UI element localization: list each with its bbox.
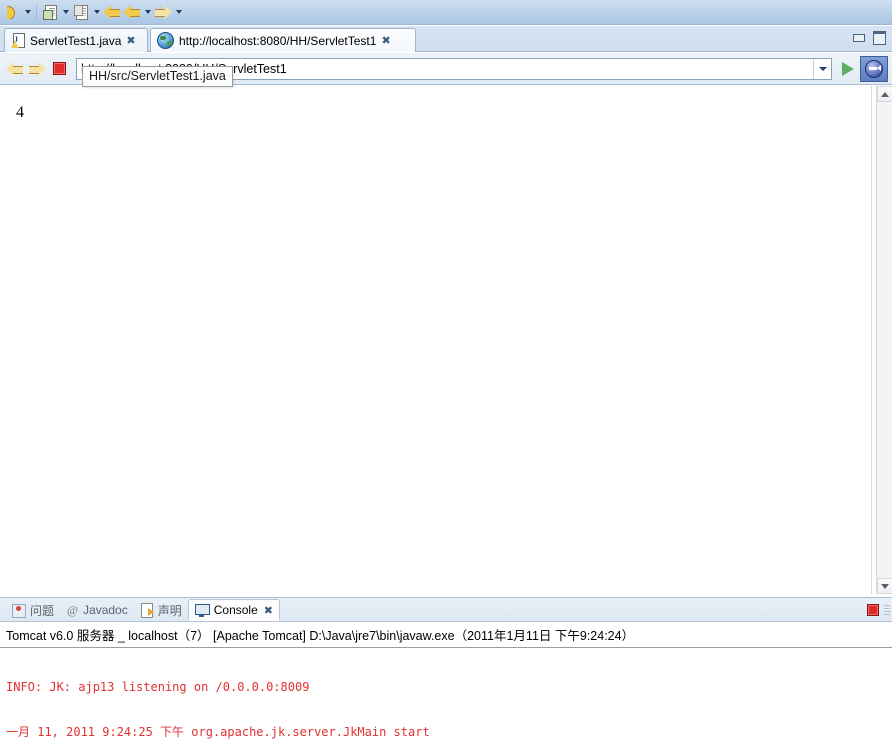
- view-tab-console[interactable]: Console ✖: [187, 599, 280, 621]
- view-tab-declaration[interactable]: 声明: [134, 599, 188, 621]
- arrow-left-icon: [6, 61, 24, 76]
- back-history-glyph: [103, 5, 121, 19]
- tooltip: HH/src/ServletTest1.java: [82, 66, 233, 87]
- console-log-line: 一月 11, 2011 9:24:25 下午 org.apache.jk.ser…: [6, 725, 430, 739]
- view-tab-problems[interactable]: 问题: [6, 599, 60, 621]
- browser-go-button[interactable]: [836, 58, 860, 80]
- play-arrow-icon: [842, 61, 854, 76]
- new-java-file-icon[interactable]: [40, 2, 60, 22]
- window-controls: [850, 30, 888, 45]
- view-tab-bar: 问题 @ Javadoc 声明 Console ✖: [0, 598, 892, 622]
- open-external-browser-button[interactable]: [860, 55, 888, 82]
- java-file-warning-icon: J: [11, 33, 25, 48]
- eclipse-window: J ServletTest1.java ✖ http://localhost:8…: [0, 0, 892, 755]
- console-log-line: INFO: JK: ajp13 listening on /0.0.0.0:80…: [6, 680, 310, 694]
- page-canvas: 4: [2, 86, 872, 594]
- view-tab-label: 问题: [30, 603, 55, 618]
- view-tab-label: Javadoc: [83, 603, 128, 617]
- new-java-dropdown-arrow-icon[interactable]: [60, 2, 71, 22]
- stop-square-icon: [866, 603, 879, 616]
- chevron-down-icon: [881, 583, 889, 589]
- forward-glyph: [154, 5, 172, 19]
- url-history-dropdown-icon[interactable]: [813, 58, 831, 79]
- external-link-icon: [865, 59, 883, 78]
- problems-icon: [12, 603, 26, 618]
- forward-dropdown-arrow-icon[interactable]: [173, 2, 184, 22]
- maximize-icon: [873, 30, 886, 45]
- view-menu-icon[interactable]: [884, 605, 890, 615]
- console-output[interactable]: Tomcat v6.0 服务器 _ localhost（7） [Apache T…: [0, 622, 892, 755]
- editor-tab-label: http://localhost:8080/HH/ServletTest1: [179, 33, 377, 48]
- editor-tab-close-icon[interactable]: ✖: [126, 35, 135, 46]
- page-body-text: 4: [16, 104, 24, 121]
- browser-back-button[interactable]: [4, 58, 26, 80]
- scroll-down-button[interactable]: [877, 578, 892, 594]
- perspective-dropdown-arrow-icon[interactable]: [22, 2, 33, 22]
- main-toolbar: [0, 0, 892, 25]
- vertical-scrollbar[interactable]: [876, 86, 892, 594]
- editor-tab-bar: J ServletTest1.java ✖ http://localhost:8…: [0, 26, 892, 52]
- new-wizard-icon[interactable]: [71, 2, 91, 22]
- editor-tab-servlettest1-java[interactable]: J ServletTest1.java ✖: [4, 28, 148, 52]
- new-java-file-glyph: [43, 4, 57, 20]
- view-tab-label: Console: [213, 603, 258, 617]
- toolbar-separator: [36, 4, 37, 20]
- perspective-glyph: [6, 5, 18, 19]
- editor-tab-browser[interactable]: http://localhost:8080/HH/ServletTest1 ✖: [150, 28, 416, 52]
- new-wizard-glyph: [74, 4, 88, 20]
- back-dropdown-arrow-icon[interactable]: [142, 2, 153, 22]
- toolbar-group-new-wizard: [71, 1, 102, 23]
- stop-square-icon: [52, 62, 66, 75]
- scroll-up-button[interactable]: [877, 86, 892, 102]
- minimize-icon: [852, 33, 865, 42]
- chevron-up-icon: [881, 91, 889, 97]
- view-tab-close-icon[interactable]: ✖: [264, 604, 273, 617]
- forward-icon[interactable]: [153, 2, 173, 22]
- bottom-view-panel: 问题 @ Javadoc 声明 Console ✖ Tomcat v6.0 服务…: [0, 597, 892, 755]
- minimize-view-button[interactable]: [850, 30, 867, 45]
- back-history-icon[interactable]: [102, 2, 122, 22]
- console-icon: [194, 603, 210, 617]
- browser-content-area: 4: [0, 86, 892, 596]
- toolbar-group-back-strong: [102, 1, 122, 23]
- toolbar-group-new-java: [40, 1, 71, 23]
- browser-stop-button[interactable]: [48, 58, 70, 80]
- toolbar-group-perspective: [2, 1, 33, 23]
- browser-forward-button[interactable]: [26, 58, 48, 80]
- editor-tab-label: ServletTest1.java: [30, 33, 122, 48]
- terminate-button[interactable]: [865, 602, 880, 617]
- new-wizard-dropdown-arrow-icon[interactable]: [91, 2, 102, 22]
- at-icon: @: [66, 602, 79, 617]
- maximize-view-button[interactable]: [871, 30, 888, 45]
- globe-icon: [157, 32, 174, 49]
- declaration-icon: [140, 603, 154, 618]
- console-process-header: Tomcat v6.0 服务器 _ localhost（7） [Apache T…: [0, 622, 892, 648]
- toolbar-group-forward: [153, 1, 184, 23]
- view-tab-label: 声明: [157, 603, 182, 618]
- arrow-right-icon: [28, 61, 46, 76]
- editor-tab-close-icon[interactable]: ✖: [381, 35, 390, 46]
- toolbar-group-back: [122, 1, 153, 23]
- back-glyph: [123, 5, 141, 19]
- perspective-icon[interactable]: [2, 2, 22, 22]
- console-log-lines: INFO: JK: ajp13 listening on /0.0.0.0:80…: [0, 648, 892, 755]
- view-tab-javadoc[interactable]: @ Javadoc: [60, 599, 134, 621]
- back-icon[interactable]: [122, 2, 142, 22]
